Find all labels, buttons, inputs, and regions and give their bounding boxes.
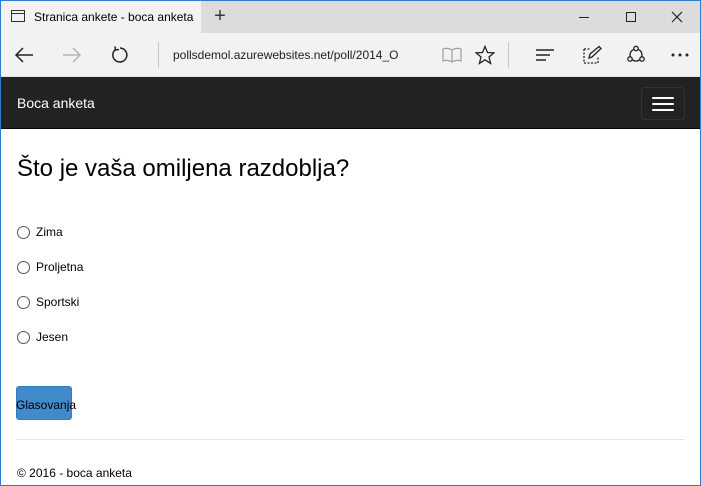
choice-label: Sportski [36,295,80,309]
forward-arrow-icon [63,47,82,63]
share-button[interactable] [621,33,651,77]
minimize-button[interactable] [561,1,607,33]
reading-view-button[interactable] [437,33,467,77]
tab-title: Stranica ankete - boca anketa [34,10,194,24]
poll-choice[interactable]: Proljetna [17,258,83,276]
close-icon [671,11,683,23]
maximize-button[interactable] [608,1,654,33]
star-icon [475,45,495,65]
radio-button[interactable] [17,260,30,274]
forward-button[interactable] [55,33,89,77]
navbar-toggle-button[interactable] [641,87,685,120]
radio-button[interactable] [17,295,30,309]
back-button[interactable] [7,33,41,77]
share-icon [627,45,645,62]
web-note-button[interactable] [577,33,607,77]
back-arrow-icon [14,47,33,63]
hub-button[interactable] [530,33,560,77]
browser-tab[interactable]: Stranica ankete - boca anketa [1,1,201,33]
maximize-icon [626,12,636,22]
choice-label: Jesen [36,330,69,344]
footer-divider [17,439,685,440]
browser-toolbar: pollsdemol.azurewebsites.net/poll/2014_O [1,33,700,77]
hamburger-menu-icon [652,108,674,111]
poll-question: Što je vaša omiljena razdoblja? [17,155,350,182]
address-bar[interactable]: pollsdemol.azurewebsites.net/poll/2014_O [173,48,433,62]
favorite-button[interactable] [470,33,500,77]
pen-icon [583,45,602,64]
poll-choice[interactable]: Zima [17,223,63,241]
more-icon [671,53,689,57]
radio-button[interactable] [17,225,30,239]
minimize-icon [579,16,589,18]
hamburger-menu-icon [652,96,674,99]
page-content: Što je vaša omiljena razdoblja? Zima Pro… [1,129,700,485]
close-button[interactable] [654,1,700,33]
site-navbar: Boca anketa [1,77,700,129]
hamburger-menu-icon [652,102,674,105]
choice-label: Zima [36,225,63,239]
poll-choice[interactable]: Sportski [17,293,79,311]
page-icon [11,10,25,22]
browser-window: Stranica ankete - boca anketa + pollsdem… [0,0,701,486]
vote-button-label[interactable]: Glasovanja [16,398,76,412]
more-button[interactable] [665,33,695,77]
refresh-icon [112,46,128,63]
radio-button[interactable] [17,330,30,344]
refresh-button[interactable] [103,33,137,77]
toolbar-divider [158,42,159,68]
footer-text: © 2016 - boca anketa [17,466,132,480]
hub-icon [536,49,554,61]
new-tab-button[interactable]: + [209,5,231,27]
navbar-brand[interactable]: Boca anketa [17,95,95,111]
toolbar-divider [508,42,509,68]
book-icon [442,47,462,63]
title-bar: Stranica ankete - boca anketa + [1,1,700,33]
choice-label: Proljetna [36,260,84,274]
poll-choice[interactable]: Jesen [17,328,68,346]
